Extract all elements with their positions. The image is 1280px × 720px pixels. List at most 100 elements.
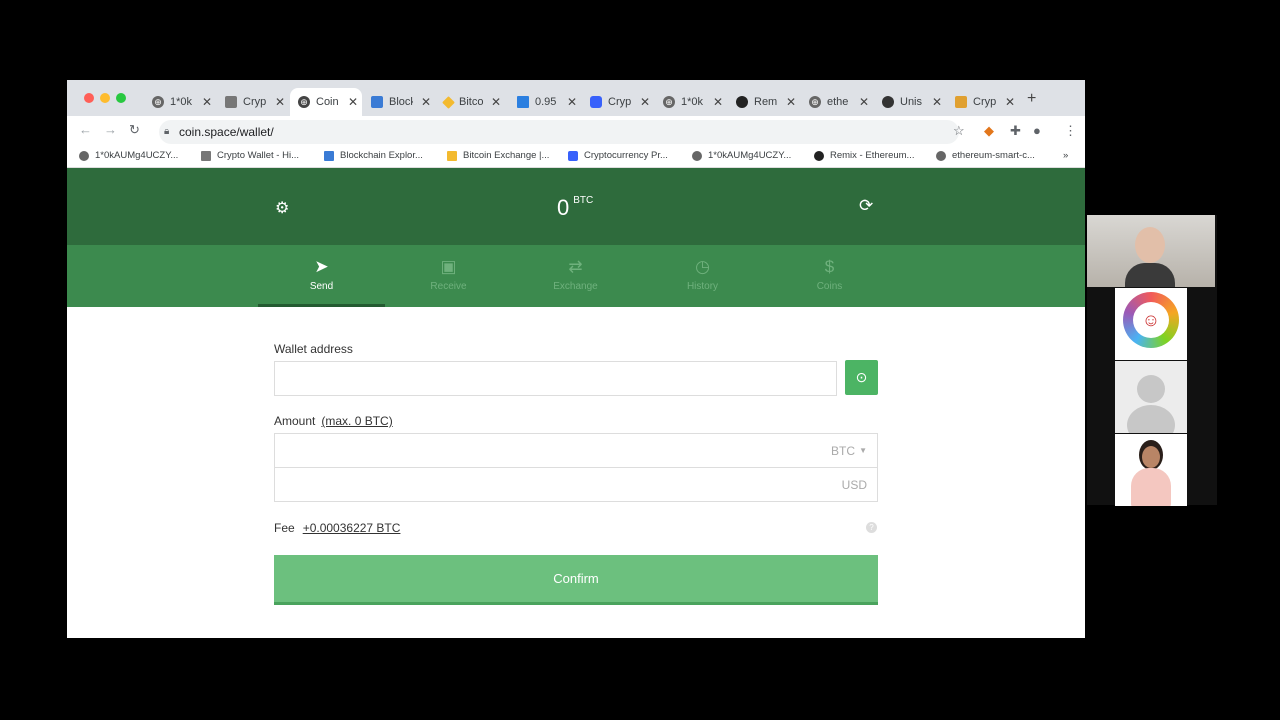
fee-value-link[interactable]: +0.00036227 BTC xyxy=(303,521,401,535)
bookmark-item[interactable]: Remix - Ethereum... xyxy=(814,150,914,161)
binance-icon xyxy=(442,95,455,109)
bookmark-item[interactable]: Crypto Wallet - Hi... xyxy=(201,150,299,161)
bookmark-item[interactable]: 1*0kAUMg4UCZY... xyxy=(692,150,791,161)
wallet-nav: ➤ Send ▣ Receive ⇄ Exchange ◷ History $ … xyxy=(67,245,1085,307)
browser-tab[interactable]: Block✕ xyxy=(363,88,435,116)
browser-tab[interactable]: Unis ✕ xyxy=(874,88,946,116)
participant-placeholder-tile xyxy=(1115,361,1187,433)
close-tab-icon[interactable]: ✕ xyxy=(932,95,942,109)
globe-icon: ⊕ xyxy=(298,96,310,108)
wallet-icon xyxy=(225,96,237,108)
fiat-unit-label: USD xyxy=(841,478,867,492)
crypto-unit-select[interactable]: BTC xyxy=(831,444,855,458)
inbox-icon: ▣ xyxy=(440,257,457,276)
smile-icon: ☺ xyxy=(1133,302,1169,338)
lock-icon: 🔒︎ xyxy=(164,126,170,137)
max-amount-link[interactable]: (max. 0 BTC) xyxy=(321,414,392,428)
amount-label-row: Amount (max. 0 BTC) xyxy=(274,414,393,428)
tab-send[interactable]: ➤ Send xyxy=(258,245,385,307)
gear-icon[interactable]: ⚙ xyxy=(275,198,289,218)
participant-logo-tile: ☺ xyxy=(1115,288,1187,360)
refresh-icon[interactable]: ⟳ xyxy=(859,196,873,216)
reload-icon[interactable]: ↻ xyxy=(129,122,140,138)
balance-currency: BTC xyxy=(573,195,594,206)
mouse-cursor-icon xyxy=(394,337,410,353)
close-tab-icon[interactable]: ✕ xyxy=(567,95,577,109)
browser-tab[interactable]: Cryp ✕ xyxy=(947,88,1019,116)
remix-icon xyxy=(736,96,748,108)
participant-photo-tile xyxy=(1115,434,1187,506)
metamask-icon[interactable]: ◆ xyxy=(984,123,994,139)
globe-icon xyxy=(692,150,702,161)
browser-tab[interactable]: Cryp ✕ xyxy=(582,88,654,116)
browser-window: ⊕1*0k✕ Cryp✕ ⊕Coin✕ Block✕ Bitco✕ 0.95✕ … xyxy=(67,80,1085,638)
amount-fiat-input[interactable]: USD xyxy=(274,467,878,502)
close-tab-icon[interactable]: ✕ xyxy=(275,95,285,109)
profile-icon[interactable]: ● xyxy=(1033,123,1041,138)
qr-location-icon: ⊙ xyxy=(855,369,868,385)
crypto-icon xyxy=(955,96,967,108)
tab-exchange[interactable]: ⇄ Exchange xyxy=(512,245,639,307)
browser-tab[interactable]: Bitco ✕ xyxy=(436,88,508,116)
amount-crypto-input[interactable]: BTC ▼ xyxy=(274,433,878,468)
close-tab-icon[interactable]: ✕ xyxy=(786,95,796,109)
blockchain-icon xyxy=(371,96,383,108)
balance-value: 0 xyxy=(557,195,570,220)
forward-arrow-icon[interactable]: → xyxy=(104,122,117,137)
new-tab-button[interactable]: + xyxy=(1027,90,1036,108)
chevron-down-icon[interactable]: ▼ xyxy=(859,446,867,455)
close-tab-icon[interactable]: ✕ xyxy=(640,95,650,109)
browser-tab[interactable]: ⊕ 1*0k ✕ xyxy=(655,88,727,116)
minimize-window-button[interactable] xyxy=(100,93,110,103)
close-tab-icon[interactable]: ✕ xyxy=(491,95,501,109)
bookmark-item[interactable]: 1*0kAUMg4UCZY... xyxy=(79,150,178,161)
globe-icon: ⊕ xyxy=(663,96,675,108)
close-tab-icon[interactable]: ✕ xyxy=(859,95,869,109)
tab-coins[interactable]: $ Coins xyxy=(766,245,893,307)
default-avatar-icon xyxy=(1137,375,1165,403)
close-window-button[interactable] xyxy=(84,93,94,103)
tab-receive[interactable]: ▣ Receive xyxy=(385,245,512,307)
close-tab-icon[interactable]: ✕ xyxy=(713,95,723,109)
star-icon[interactable]: ☆ xyxy=(953,123,965,139)
balance-display: 0 BTC xyxy=(557,195,593,221)
close-tab-icon[interactable]: ✕ xyxy=(421,95,431,109)
close-tab-icon[interactable]: ✕ xyxy=(202,95,212,109)
tab-bar: ⊕1*0k✕ Cryp✕ ⊕Coin✕ Block✕ Bitco✕ 0.95✕ … xyxy=(67,80,1085,116)
participant-face xyxy=(1135,227,1165,263)
participant-body xyxy=(1131,468,1171,506)
tab-history[interactable]: ◷ History xyxy=(639,245,766,307)
bookmarks-overflow-button[interactable]: » xyxy=(1063,150,1068,161)
close-tab-icon[interactable]: ✕ xyxy=(348,95,358,109)
qr-scan-button[interactable]: ⊙ xyxy=(845,360,878,395)
extensions-icon[interactable]: ✚ xyxy=(1010,123,1021,139)
confirm-button[interactable]: Confirm xyxy=(274,555,878,605)
close-tab-icon[interactable]: ✕ xyxy=(1005,95,1015,109)
browser-tab[interactable]: Rem ✕ xyxy=(728,88,800,116)
wallet-address-input[interactable] xyxy=(274,361,837,396)
colorful-avatar-logo: ☺ xyxy=(1123,292,1179,348)
back-arrow-icon[interactable]: ← xyxy=(79,122,92,137)
browser-tab[interactable]: Cryp ✕ xyxy=(217,88,289,116)
video-call-panel: ☺ xyxy=(1087,215,1217,506)
address-bar: ← → ↻ 🔒︎ coin.space/wallet/ ☆ ◆ ✚ ● ⋮ xyxy=(67,116,1085,147)
bookmark-item[interactable]: ethereum-smart-c... xyxy=(936,150,1035,161)
wallet-address-label: Wallet address xyxy=(274,342,353,356)
bookmark-item[interactable]: Bitcoin Exchange |... xyxy=(447,150,549,161)
menu-kebab-icon[interactable]: ⋮ xyxy=(1064,123,1077,139)
coinmarketcap-icon xyxy=(568,150,578,161)
globe-icon xyxy=(936,150,946,161)
bookmark-item[interactable]: Blockchain Explor... xyxy=(324,150,423,161)
clock-icon: ◷ xyxy=(695,257,710,276)
browser-tab[interactable]: 0.95 ✕ xyxy=(509,88,581,116)
bookmark-item[interactable]: Cryptocurrency Pr... xyxy=(568,150,668,161)
browser-tab[interactable]: ⊕ 1*0k ✕ xyxy=(144,88,216,116)
browser-tab[interactable]: ⊕ ethe ✕ xyxy=(801,88,873,116)
send-icon: ➤ xyxy=(314,257,329,276)
maximize-window-button[interactable] xyxy=(116,93,126,103)
help-icon[interactable]: ? xyxy=(866,522,877,533)
url-field[interactable]: 🔒︎ coin.space/wallet/ xyxy=(159,120,959,144)
globe-icon: ⊕ xyxy=(809,96,821,108)
participant-body xyxy=(1125,263,1175,287)
browser-tab-active[interactable]: ⊕ Coin ✕ xyxy=(290,88,362,116)
